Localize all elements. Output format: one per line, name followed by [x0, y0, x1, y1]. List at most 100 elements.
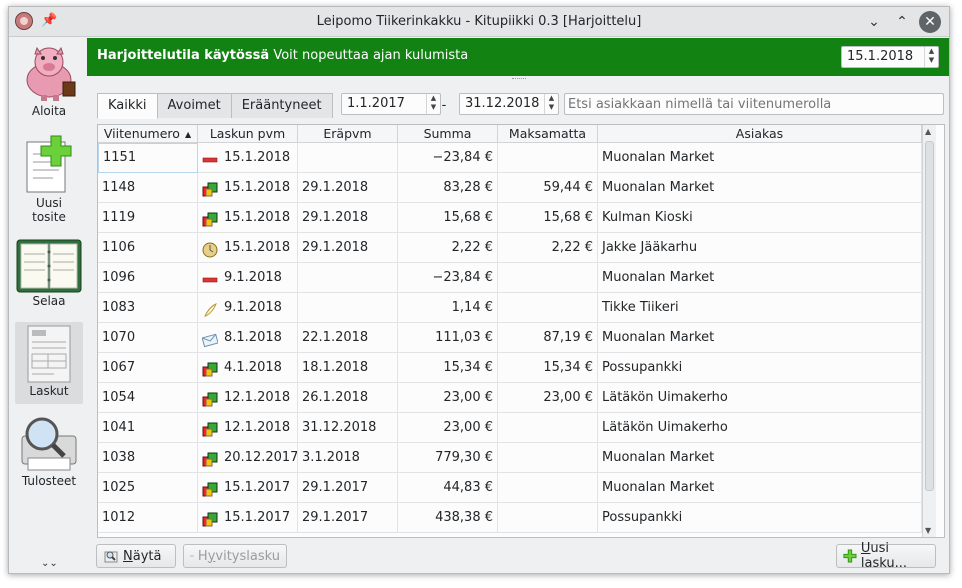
cell-summa-text: 111,03 €: [435, 330, 493, 345]
cell-maksamatta: 2,22 €: [498, 233, 598, 263]
cell-asiakas-text: Muonalan Market: [602, 330, 715, 345]
scroll-down-icon[interactable]: ▼: [925, 526, 931, 535]
sidebar-item-aloita[interactable]: Aloita: [15, 42, 83, 122]
cell-viitenumero-text: 1041: [102, 420, 136, 435]
cell-viitenumero-text: 1054: [102, 390, 136, 405]
cell-maksamatta: [498, 473, 598, 503]
cell-erapvm-text: 29.1.2017: [302, 510, 369, 525]
column-header-summa[interactable]: Summa: [398, 125, 498, 143]
table-row[interactable]: 1148 15.1.2018 29.1.2018 83,28 € 59,44 € Muon…: [98, 173, 922, 203]
cell-erapvm: 31.12.2018: [298, 413, 398, 443]
sidebar-label: Tulosteet: [21, 474, 77, 488]
cell-laskun-pvm-text: 15.1.2017: [224, 480, 291, 495]
cell-summa-text: 1,14 €: [451, 300, 493, 315]
cell-viitenumero-text: 1083: [102, 300, 136, 315]
cell-erapvm: 22.1.2018: [298, 323, 398, 353]
splitter-grip[interactable]: [512, 78, 526, 81]
cell-summa-text: 83,28 €: [443, 180, 493, 195]
sidebar-item-laskut[interactable]: Laskut: [15, 322, 83, 404]
column-header-maksamatta[interactable]: Maksamatta: [498, 125, 598, 143]
cell-maksamatta-text: 23,00 €: [543, 390, 593, 405]
cell-erapvm-text: 26.1.2018: [302, 390, 369, 405]
current-date-spinbox[interactable]: 15.1.2018 ▲ ▼: [841, 46, 939, 68]
table-row[interactable]: 1083 9.1.2018 1,14 € Tikke Tiikeri: [98, 293, 922, 323]
table-row[interactable]: 1151 15.1.2018 −23,84 € Muonalan Market: [98, 143, 922, 173]
column-header-viitenumero[interactable]: Viitenumero ▲: [98, 125, 198, 143]
sidebar-label: Laskut: [29, 384, 69, 398]
app-icon[interactable]: [15, 12, 33, 30]
cell-asiakas-text: Tikke Tiikeri: [602, 300, 679, 315]
credit-note-button[interactable]: Hyvityslasku: [183, 544, 287, 568]
date-spin-arrows-icon[interactable]: ▲ ▼: [924, 47, 938, 67]
cell-asiakas: Muonalan Market: [598, 143, 922, 173]
table-row[interactable]: 1119 15.1.2018 29.1.2018 15,68 € 15,68 € Kulm…: [98, 203, 922, 233]
table-row[interactable]: 1012 15.1.2017 29.1.2017 438,38 € Possupankk…: [98, 503, 922, 533]
sidebar-item-tulosteet[interactable]: Tulosteet: [15, 414, 83, 494]
date-to-field[interactable]: 31.12.2018 ▲ ▼: [459, 93, 559, 115]
cell-maksamatta: [498, 443, 598, 473]
tab-avoimet[interactable]: Avoimet: [156, 93, 232, 118]
cell-asiakas: Possupankki: [598, 353, 922, 383]
column-header-asiakas[interactable]: Asiakas: [598, 125, 922, 143]
table-row[interactable]: 1038 20.12.2017 3.1.2018 779,30 € Muonalan M…: [98, 443, 922, 473]
cell-laskun-pvm-text: 20.12.2017: [224, 450, 298, 465]
table-row[interactable]: 1041 12.1.2018 31.12.2018 23,00 € Lätäkön Ui…: [98, 413, 922, 443]
cell-viitenumero: 1070: [98, 323, 198, 353]
sidebar-item-selaa[interactable]: Selaa: [15, 238, 83, 318]
cell-viitenumero-text: 1012: [102, 510, 136, 525]
cell-summa: 1,14 €: [398, 293, 498, 323]
show-button[interactable]: Näytä: [96, 544, 176, 568]
table-row[interactable]: 1025 15.1.2017 29.1.2017 44,83 € Muonalan Ma…: [98, 473, 922, 503]
cell-viitenumero: 1148: [98, 173, 198, 203]
tab-eraantyneet[interactable]: Erääntyneet: [230, 93, 333, 118]
date-from-field[interactable]: 1.1.2017 ▲ ▼: [341, 93, 441, 115]
date-from-spin-icon[interactable]: ▲ ▼: [426, 94, 440, 114]
cell-laskun-pvm: 12.1.2018: [198, 413, 298, 443]
new-invoice-button[interactable]: Uusi lasku...: [836, 541, 936, 571]
invoice-table: Viitenumero ▲ Laskun pvm Eräpvm Summa Mak…: [97, 124, 945, 538]
customer-search-input[interactable]: [564, 93, 944, 115]
colored-cube-icon: [202, 390, 218, 407]
vertical-scrollbar[interactable]: ▲ ▼: [922, 125, 936, 537]
cell-laskun-pvm-text: 15.1.2018: [224, 210, 291, 225]
sidebar-item-uusi-tosite[interactable]: Uusi tosite: [15, 134, 83, 230]
cell-erapvm: 29.1.2018: [298, 203, 398, 233]
column-header-laskun-pvm[interactable]: Laskun pvm: [198, 125, 298, 143]
date-range-separator: -: [441, 98, 447, 113]
scroll-up-icon[interactable]: ▲: [925, 127, 931, 136]
cell-asiakas-text: Possupankki: [602, 360, 683, 375]
sidebar-more-icon[interactable]: ⌄⌄: [41, 558, 58, 569]
date-to-spin-icon[interactable]: ▲ ▼: [544, 94, 558, 114]
table-row[interactable]: 1054 12.1.2018 26.1.2018 23,00 € 23,00 € Lätä…: [98, 383, 922, 413]
tab-kaikki[interactable]: Kaikki: [97, 93, 158, 119]
maximize-button[interactable]: ⌃: [891, 11, 913, 33]
cell-erapvm: [298, 263, 398, 293]
table-row[interactable]: 1067 4.1.2018 18.1.2018 15,34 € 15,34 € Possu…: [98, 353, 922, 383]
date-to-value: 31.12.2018: [465, 96, 540, 111]
cell-maksamatta: 59,44 €: [498, 173, 598, 203]
cell-summa: 111,03 €: [398, 323, 498, 353]
table-row[interactable]: 1106 15.1.2018 29.1.2018 2,22 € 2,22 € Jakke …: [98, 233, 922, 263]
cell-viitenumero: 1054: [98, 383, 198, 413]
cell-laskun-pvm-text: 9.1.2018: [224, 300, 282, 315]
column-header-erapvm[interactable]: Eräpvm: [298, 125, 398, 143]
table-row[interactable]: 1096 9.1.2018 −23,84 € Muonalan Market: [98, 263, 922, 293]
cell-laskun-pvm-text: 15.1.2018: [224, 180, 291, 195]
cell-erapvm: 18.1.2018: [298, 353, 398, 383]
cell-viitenumero: 1151: [98, 143, 198, 173]
scrollbar-thumb[interactable]: [925, 141, 934, 491]
app-window: Leipomo Tiikerinkakku - Kitupiikki 0.3 […: [8, 6, 950, 574]
cell-asiakas-text: Lätäkön Uimakerho: [602, 390, 728, 405]
cell-viitenumero-text: 1119: [102, 210, 136, 225]
minimize-button[interactable]: ⌄: [863, 11, 885, 33]
table-row[interactable]: 1070 8.1.2018 22.1.2018 111,03 € 87,19 € Muon…: [98, 323, 922, 353]
cell-viitenumero: 1025: [98, 473, 198, 503]
cell-erapvm: 29.1.2018: [298, 173, 398, 203]
current-date-value: 15.1.2018: [847, 49, 914, 64]
pin-icon[interactable]: 📌: [41, 14, 57, 28]
colored-cube-icon: [202, 480, 218, 497]
close-button[interactable]: ✕: [919, 11, 941, 33]
cell-erapvm-text: 3.1.2018: [302, 450, 360, 465]
piggy-bank-icon: [26, 46, 76, 101]
cell-asiakas: Jakke Jääkarhu: [598, 233, 922, 263]
